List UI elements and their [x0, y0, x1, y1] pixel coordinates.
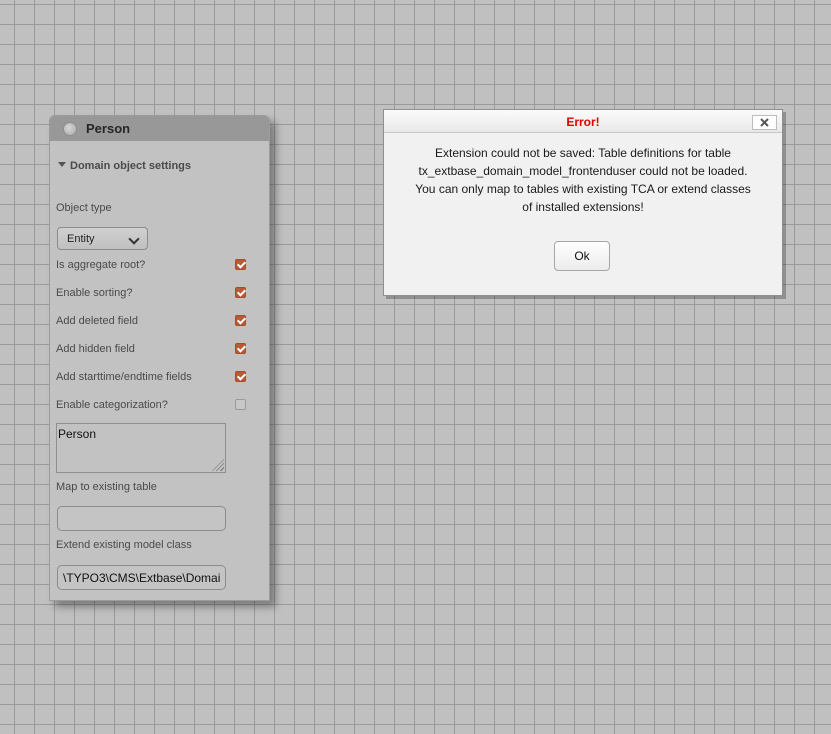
- message-line: tx_extbase_domain_model_frontenduser cou…: [418, 164, 748, 178]
- object-type-select[interactable]: Entity: [57, 227, 148, 250]
- add-hidden-field-label: Add hidden field: [56, 343, 135, 355]
- object-type-value: Entity: [67, 233, 95, 245]
- entity-panel-person[interactable]: Person Domain object settings Object typ…: [49, 115, 270, 601]
- entity-title[interactable]: Person: [86, 121, 130, 136]
- add-starttime-endtime-label: Add starttime/endtime fields: [56, 371, 192, 383]
- description-value: Person: [58, 427, 97, 441]
- message-line: Extension could not be saved: Table defi…: [435, 146, 731, 160]
- resize-grip-icon[interactable]: [212, 459, 224, 471]
- enable-categorization-checkbox[interactable]: [235, 399, 246, 410]
- add-deleted-field-label: Add deleted field: [56, 315, 138, 327]
- extend-class-label: Extend existing model class: [56, 539, 192, 551]
- close-icon: [760, 118, 769, 127]
- message-line: You can only map to tables with existing…: [415, 182, 751, 196]
- error-dialog: Error! Extension could not be saved: Tab…: [383, 109, 783, 296]
- extend-class-input[interactable]: \TYPO3\CMS\Extbase\Domai: [57, 565, 226, 590]
- aggregate-root-checkbox[interactable]: [235, 259, 246, 270]
- close-button[interactable]: [752, 115, 777, 130]
- object-type-label: Object type: [56, 202, 112, 214]
- triangle-down-icon: [58, 162, 66, 167]
- message-line: of installed extensions!: [522, 200, 644, 214]
- chevron-down-icon: [128, 233, 140, 245]
- dialog-header[interactable]: Error!: [384, 110, 782, 133]
- enable-sorting-checkbox[interactable]: [235, 287, 246, 298]
- domain-object-settings-toggle[interactable]: Domain object settings: [58, 160, 191, 172]
- map-table-label: Map to existing table: [56, 481, 157, 493]
- enable-categorization-label: Enable categorization?: [56, 399, 168, 411]
- section-label: Domain object settings: [70, 160, 192, 172]
- enable-sorting-label: Enable sorting?: [56, 287, 133, 299]
- map-table-input[interactable]: [57, 506, 226, 531]
- entity-handle-icon[interactable]: [63, 122, 77, 136]
- aggregate-root-label: Is aggregate root?: [56, 259, 146, 271]
- add-hidden-field-checkbox[interactable]: [235, 343, 246, 354]
- dialog-message: Extension could not be saved: Table defi…: [394, 144, 772, 216]
- add-starttime-endtime-checkbox[interactable]: [235, 371, 246, 382]
- description-textarea[interactable]: Person: [56, 423, 226, 473]
- dialog-title: Error!: [566, 115, 600, 129]
- ok-button[interactable]: Ok: [554, 241, 610, 271]
- entity-header[interactable]: Person: [50, 116, 269, 141]
- add-deleted-field-checkbox[interactable]: [235, 315, 246, 326]
